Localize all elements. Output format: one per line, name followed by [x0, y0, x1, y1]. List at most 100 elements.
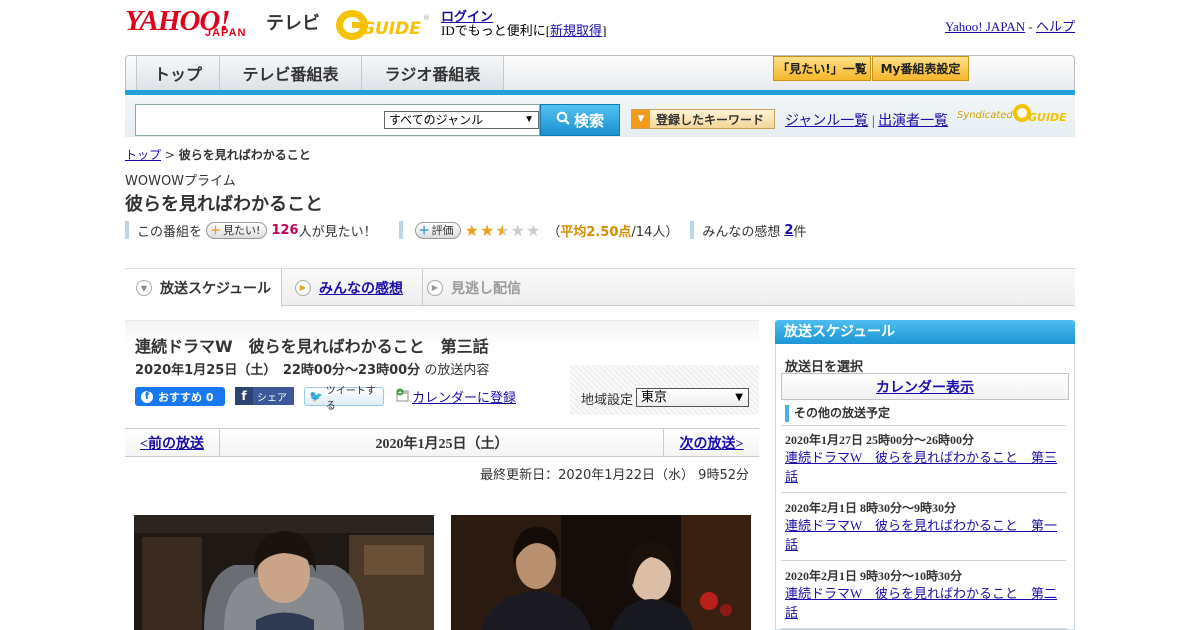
star-empty-icon: ★	[525, 220, 542, 240]
tab-schedule-label: 放送スケジュール	[160, 281, 272, 297]
divider	[781, 628, 1066, 629]
registered-keyword-label: 登録したキーワード	[656, 112, 765, 127]
impressions-count-link[interactable]: 2	[784, 223, 793, 238]
episode-photo-1[interactable]	[134, 515, 434, 630]
rating-average: 平均2.50点	[560, 224, 632, 240]
schedule-title-link[interactable]: 連続ドラマW 彼らを見ればわかること 第一話	[785, 516, 1065, 554]
calendar-display-button[interactable]: カレンダー表示	[781, 373, 1069, 400]
genre-select-value: すべてのジャンル	[389, 113, 484, 127]
rating-open-paren: （	[547, 224, 561, 240]
star-icon: ★	[464, 220, 480, 240]
want-count: 126	[271, 222, 299, 238]
yahoo-japan-logo-text: JAPAN	[205, 27, 247, 39]
divider	[781, 560, 1066, 561]
search-links: ジャンル一覧 | 出演者一覧	[785, 110, 948, 130]
plus-icon: ＋	[418, 224, 430, 237]
svg-text:®: ®	[423, 14, 430, 22]
search-links-separator: |	[871, 114, 875, 129]
want-list-button[interactable]: 「見たい!」一覧	[773, 56, 871, 81]
meta-divider	[690, 221, 695, 239]
calendar-plus-icon: +	[396, 388, 410, 406]
genre-list-link[interactable]: ジャンル一覧	[785, 114, 868, 129]
want-button-label: 見たい!	[223, 224, 261, 237]
rating-people: /14人）	[631, 224, 679, 240]
program-meta-row: この番組を ＋見たい! 126 人が見たい！ ＋評価 ★★★★★ （平均2.50点…	[125, 220, 806, 240]
nav-tab-tv-schedule[interactable]: テレビ番組表	[220, 56, 362, 90]
episode-airtime-bold: 2020年1月25日（土） 22時00分～23時00分	[135, 363, 421, 378]
tab-impressions[interactable]: ▶ みんなの感想	[295, 269, 423, 306]
impressions-prefix: みんなの感想	[702, 224, 781, 240]
want-suffix: 人が見たい！	[298, 224, 377, 240]
sidebar-heading: 放送スケジュール	[775, 320, 1075, 344]
facebook-icon: f	[141, 390, 153, 403]
meta-divider	[125, 221, 129, 239]
breadcrumb-current: 彼らを見ればわかること	[178, 148, 311, 162]
gguide-small-logo: GUIDE	[1012, 101, 1068, 125]
star-half-icon: ★	[495, 220, 511, 240]
other-schedules-heading: その他の放送予定	[785, 405, 890, 422]
dropdown-arrow-icon: ▼	[524, 114, 534, 125]
want-prefix: この番組を	[137, 224, 203, 240]
schedule-title-link[interactable]: 連続ドラマW 彼らを見ればわかること 第三話	[785, 448, 1065, 486]
schedule-date: 2020年2月1日 8時30分～9時30分	[785, 501, 957, 515]
episode-title: 連続ドラマW 彼らを見ればわかること 第三話	[135, 337, 489, 356]
schedule-date: 2020年2月1日 9時30分～10時30分	[785, 569, 963, 583]
search-button[interactable]: 検索	[540, 104, 620, 136]
rate-button[interactable]: ＋評価	[414, 221, 461, 239]
next-broadcast-link[interactable]: 次の放送>	[663, 429, 759, 456]
login-sub-prefix: IDでもっと便利に[	[441, 23, 551, 38]
nav-tab-top[interactable]: トップ	[136, 56, 220, 90]
performer-list-link[interactable]: 出演者一覧	[878, 114, 948, 129]
page-title: 彼らを見ればわかること	[125, 194, 323, 215]
tweet-label: ツイートする	[325, 385, 376, 412]
syndicated-label: Syndicated	[957, 110, 1013, 121]
rating-stars: ★★★★★	[465, 221, 542, 240]
help-link[interactable]: ヘルプ	[1036, 19, 1075, 34]
add-to-calendar-link[interactable]: カレンダーに登録	[412, 387, 516, 406]
tab-impressions-label: みんなの感想	[319, 280, 403, 297]
signup-link[interactable]: 新規取得	[550, 23, 602, 38]
region-label: 地域設定	[581, 393, 634, 408]
svg-text:+: +	[397, 388, 403, 396]
rate-button-label: 評価	[431, 224, 454, 237]
region-select[interactable]: 東京 ▼	[636, 388, 749, 407]
episode-photo-2[interactable]	[451, 515, 751, 630]
tab-schedule[interactable]: ▼ 放送スケジュール	[125, 269, 282, 307]
impressions-suffix: 件	[793, 224, 807, 240]
facebook-like-label: おすすめ 0	[158, 390, 214, 404]
main-nav: トップ テレビ番組表 ラジオ番組表 「見たい!」一覧 My番組表設定	[125, 55, 1075, 91]
triangle-down-icon: ▼	[632, 110, 650, 128]
want-button[interactable]: ＋見たい!	[206, 221, 268, 239]
nav-tab-radio-schedule[interactable]: ラジオ番組表	[362, 56, 504, 90]
schedule-title-link[interactable]: 連続ドラマW 彼らを見ればわかること 第二話	[785, 584, 1065, 622]
star-icon: ★	[479, 220, 496, 240]
divider	[781, 425, 1066, 426]
tv-label[interactable]: テレビ	[266, 9, 320, 35]
add-to-calendar[interactable]: + カレンダーに登録	[396, 387, 516, 406]
facebook-share-button[interactable]: f シェア	[235, 387, 294, 405]
registered-keyword-button[interactable]: ▼ 登録したキーワード	[631, 109, 775, 129]
tweet-button[interactable]: 🐦 ツイートする	[304, 386, 384, 412]
gguide-logo[interactable]: GUIDE ®	[335, 8, 433, 41]
tab-missed-label: 見逃し配信	[451, 280, 521, 297]
tab-missed-streaming: ▶ 見逃し配信	[427, 269, 521, 306]
episode-airtime: 2020年1月25日（土） 22時00分～23時00分 の放送内容	[135, 359, 489, 378]
breadcrumb-top-link[interactable]: トップ	[125, 148, 161, 162]
star-empty-icon: ★	[510, 220, 526, 240]
svg-text:GUIDE: GUIDE	[1028, 111, 1067, 124]
triangle-right-icon: ▶	[295, 279, 311, 296]
top-right-separator: -	[1028, 19, 1033, 34]
program-subtabs: ▼ 放送スケジュール ▶ みんなの感想 ▶ 見逃し配信	[125, 268, 1075, 307]
login-sub-suffix: ]	[602, 23, 607, 38]
my-schedule-settings-button[interactable]: My番組表設定	[872, 56, 969, 81]
prev-broadcast-link[interactable]: <前の放送	[125, 429, 220, 456]
facebook-like-button[interactable]: f おすすめ 0	[135, 387, 225, 406]
schedule-date: 2020年1月27日 25時00分～26時00分	[785, 433, 975, 447]
yahoo-japan-link[interactable]: Yahoo! JAPAN	[945, 19, 1025, 34]
search-button-label: 検索	[573, 111, 604, 130]
login-sub-text: IDでもっと便利に[新規取得]	[441, 20, 606, 39]
dropdown-arrow-icon: ▼	[735, 392, 743, 403]
last-updated: 最終更新日：2020年1月22日（水） 9時52分	[480, 468, 749, 483]
triangle-right-icon: ▶	[427, 279, 443, 296]
genre-select[interactable]: すべてのジャンル ▼	[384, 111, 539, 129]
